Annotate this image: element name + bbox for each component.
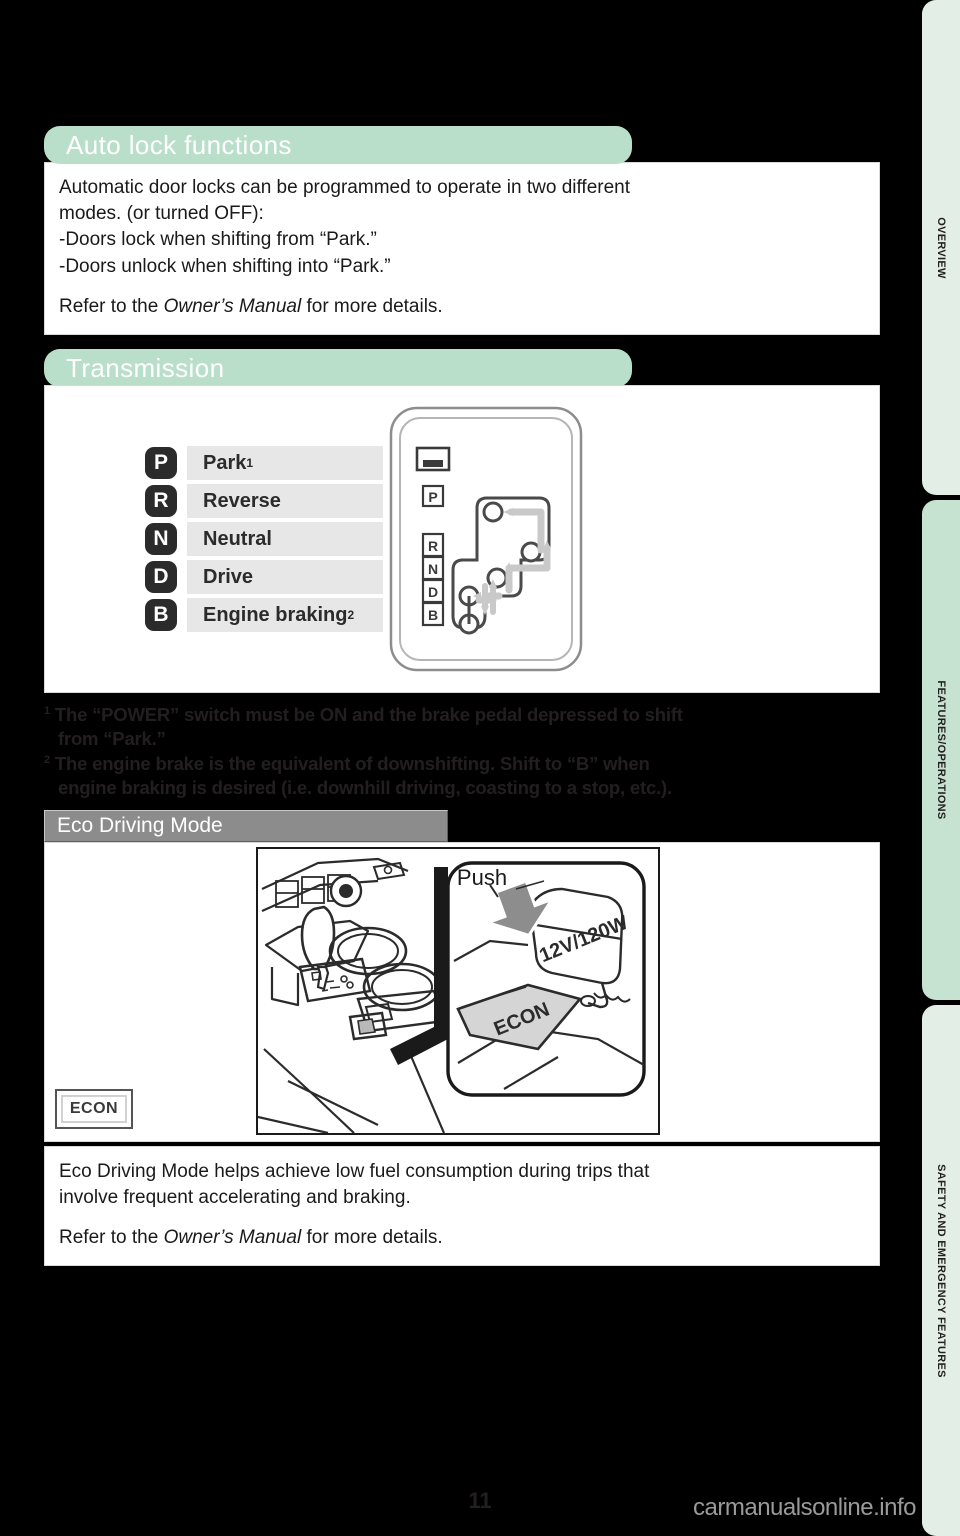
gear-label-drive: Drive <box>187 560 383 595</box>
eco-refer-line: Refer to the Owner’s Manual for more det… <box>59 1225 865 1251</box>
gear-label-engine-braking: Engine braking 2 <box>187 598 383 633</box>
svg-text:R: R <box>428 538 438 554</box>
gear-legend-table: P Park 1 R Reverse N Neutral D Drive B E… <box>145 444 383 634</box>
eco-refer-prefix: Refer to the <box>59 1227 164 1249</box>
gear-label-park-footnote: 1 <box>246 456 254 471</box>
auto-lock-refer-prefix: Refer to the <box>59 295 164 317</box>
auto-lock-title: Auto lock functions <box>66 130 292 160</box>
gear-label-neutral: Neutral <box>187 522 383 557</box>
auto-lock-refer-italic: Owner’s Manual <box>163 295 302 317</box>
auto-lock-bullet-1: -Doors lock when shifting from “Park.” <box>59 229 377 251</box>
sidebar-tab-features-operations[interactable]: FEATURES/OPERATIONS <box>922 500 960 1000</box>
gear-label-reverse: Reverse <box>187 484 383 519</box>
auto-lock-body-panel: Automatic door locks can be programmed t… <box>44 162 880 336</box>
footnote-1-line-1: The “POWER” switch must be ON and the br… <box>54 704 683 726</box>
svg-text:P: P <box>428 489 437 505</box>
gear-row: P Park 1 <box>145 444 383 482</box>
manual-page: OVERVIEW FEATURES/OPERATIONS SAFETY AND … <box>0 0 960 1536</box>
gear-badge-d: D <box>145 561 177 594</box>
eco-line-1: Eco Driving Mode helps achieve low fuel … <box>59 1160 650 1182</box>
eco-refer-suffix: for more details. <box>301 1227 443 1249</box>
center-console-svg: 12V/120W ECON Push <box>258 848 658 1133</box>
footnote-1-line-2: from “Park.” <box>58 727 166 749</box>
gear-row: R Reverse <box>145 482 383 520</box>
transmission-footnotes: 1 The “POWER” switch must be ON and the … <box>44 703 880 800</box>
footnote-2-line-2: engine braking is desired (i.e. downhill… <box>58 777 672 799</box>
transmission-section-header: Transmission <box>44 349 632 388</box>
econ-indicator-icon: ECON <box>55 1088 133 1129</box>
gear-label-engine-braking-text: Engine braking <box>203 603 348 626</box>
gear-label-park-text: Park <box>203 451 247 474</box>
gear-row: D Drive <box>145 558 383 596</box>
transmission-diagram-panel: P Park 1 R Reverse N Neutral D Drive B E… <box>44 385 880 694</box>
auto-lock-line-2: modes. (or turned OFF): <box>59 203 264 225</box>
sidebar-tab-safety-emergency-label: SAFETY AND EMERGENCY FEATURES <box>935 1163 947 1378</box>
eco-line-2: involve frequent accelerating and brakin… <box>59 1187 411 1208</box>
auto-lock-bullet-2: -Doors unlock when shifting into “Park.” <box>59 255 391 277</box>
svg-text:B: B <box>428 607 438 623</box>
gear-label-reverse-text: Reverse <box>203 489 281 512</box>
footnote-2-marker: 2 <box>44 754 50 767</box>
econ-indicator-label: ECON <box>69 1099 119 1117</box>
eco-body-panel: Eco Driving Mode helps achieve low fuel … <box>44 1145 880 1267</box>
footnote-1: 1 The “POWER” switch must be ON and the … <box>44 703 880 750</box>
auto-lock-line-1: Automatic door locks can be programmed t… <box>59 177 631 198</box>
eco-refer-italic: Owner’s Manual <box>163 1227 302 1249</box>
footnote-2-line-1: The engine brake is the equivalent of do… <box>54 753 650 775</box>
gear-label-park: Park 1 <box>187 446 383 481</box>
gear-row: B Engine braking 2 <box>145 596 383 634</box>
footnote-1-marker: 1 <box>44 704 50 717</box>
sidebar-tab-overview[interactable]: OVERVIEW <box>922 0 960 495</box>
gear-label-engine-braking-footnote: 2 <box>347 608 355 623</box>
gear-badge-n: N <box>145 523 177 556</box>
gear-row: N Neutral <box>145 520 383 558</box>
eco-driving-mode-section-header: Eco Driving Mode <box>44 809 448 842</box>
svg-text:D: D <box>428 584 438 600</box>
eco-driving-mode-title: Eco Driving Mode <box>57 814 223 838</box>
section-tabs-sidebar: OVERVIEW FEATURES/OPERATIONS SAFETY AND … <box>922 0 960 1536</box>
svg-text:N: N <box>428 561 438 577</box>
auto-lock-refer-suffix: for more details. <box>301 295 443 317</box>
site-watermark: carmanualsonline.info <box>693 1494 916 1521</box>
center-console-illustration: 12V/120W ECON Push <box>256 846 660 1135</box>
push-label: Push <box>457 865 507 890</box>
shift-gate-illustration: P R N D B <box>381 400 591 680</box>
auto-lock-refer-line: Refer to the Owner’s Manual for more det… <box>59 294 865 320</box>
gear-badge-b: B <box>145 599 177 632</box>
sidebar-tab-features-operations-label: FEATURES/OPERATIONS <box>935 680 947 820</box>
eco-illustration-panel: ECON 12V/120W ECON Push <box>44 841 880 1142</box>
transmission-title: Transmission <box>66 353 225 384</box>
auto-lock-section-header: Auto lock functions <box>44 126 632 164</box>
sidebar-tab-safety-emergency[interactable]: SAFETY AND EMERGENCY FEATURES <box>922 1005 960 1536</box>
footnote-2: 2 The engine brake is the equivalent of … <box>44 752 880 799</box>
page-content: Auto lock functions Automatic door locks… <box>44 126 880 1267</box>
gear-badge-r: R <box>145 485 177 518</box>
gear-badge-p: P <box>145 447 177 480</box>
shift-gate-svg: P R N D B <box>389 406 583 672</box>
gear-label-neutral-text: Neutral <box>203 527 272 550</box>
sidebar-tab-overview-label: OVERVIEW <box>935 216 947 279</box>
gear-label-drive-text: Drive <box>203 565 254 588</box>
